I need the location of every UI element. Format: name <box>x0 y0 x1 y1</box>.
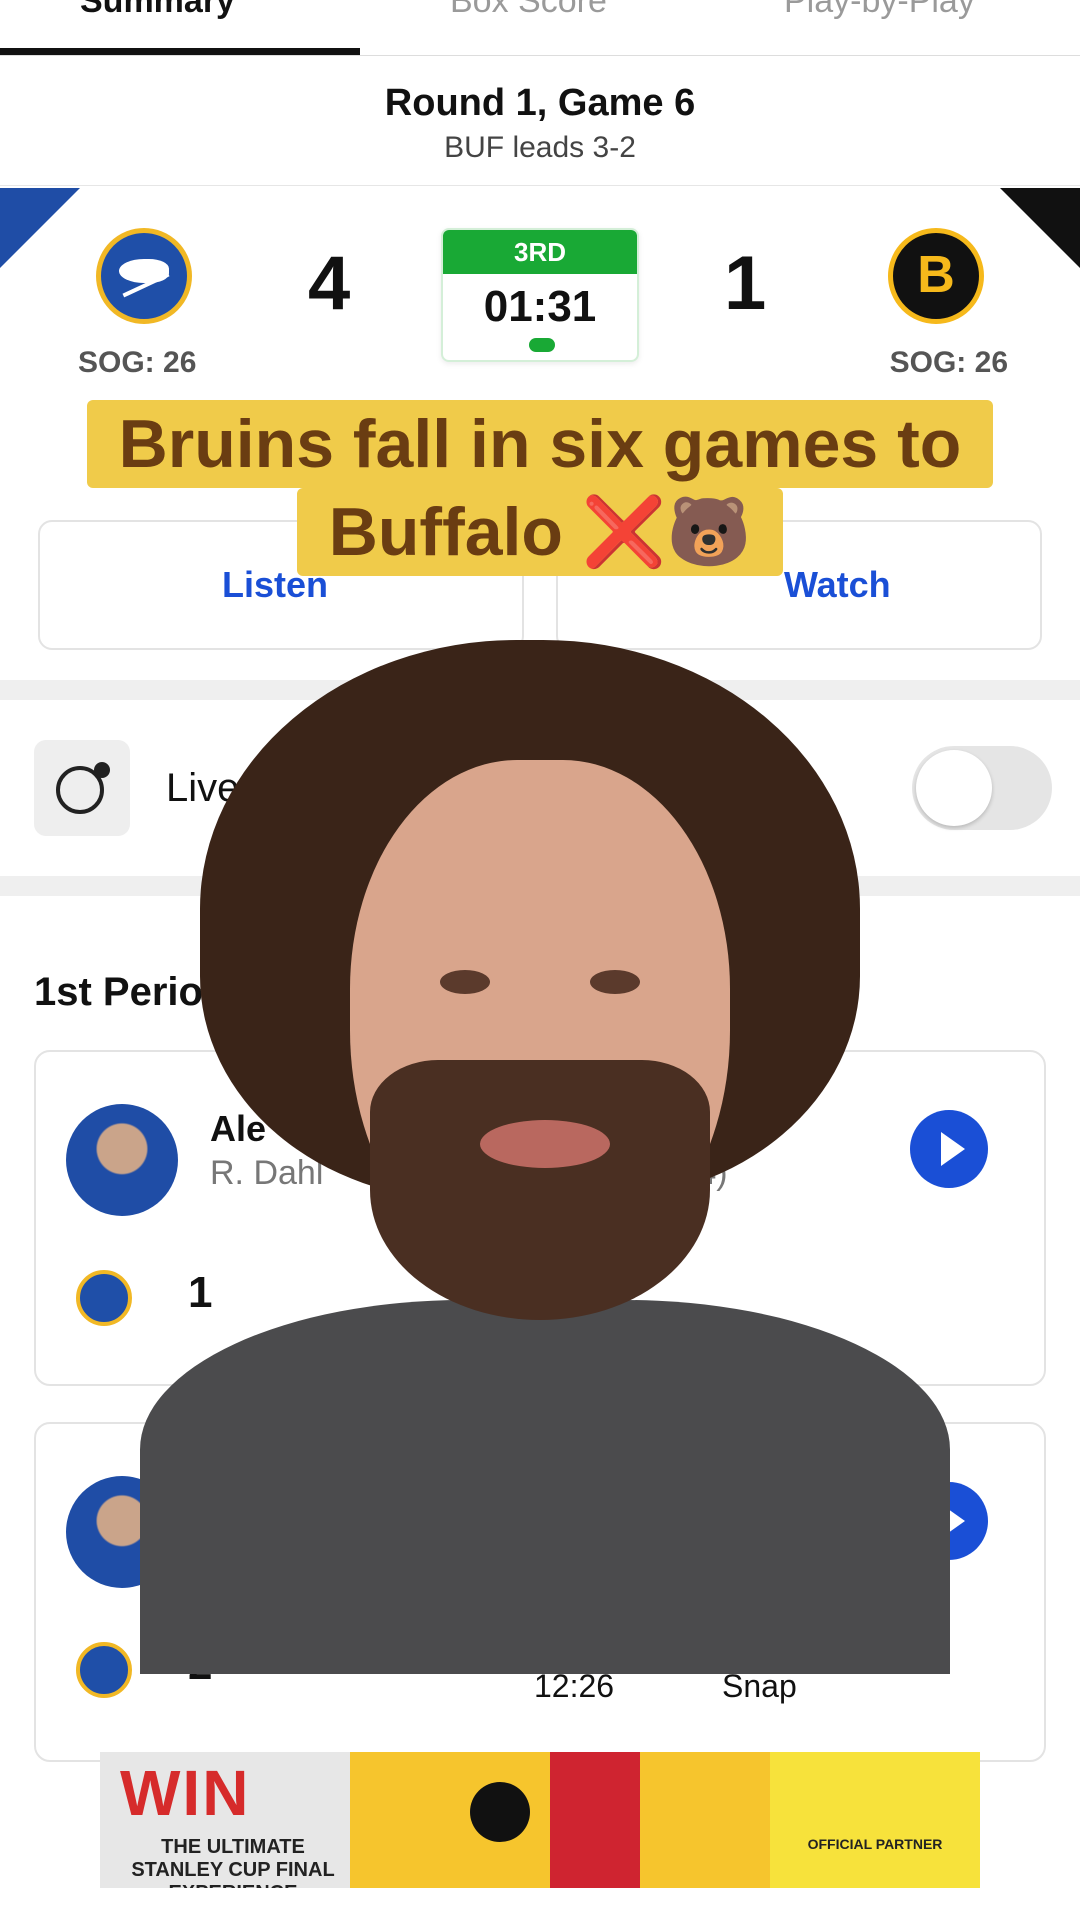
tab-box-score[interactable]: Box Score <box>450 0 607 21</box>
puck-icon <box>470 1782 530 1842</box>
bruins-logo-icon[interactable]: B <box>888 228 984 324</box>
presenter-eye <box>440 970 490 994</box>
live-dot-icon <box>94 762 110 778</box>
ad-partner-panel: OFFICIAL PARTNER <box>770 1752 980 1888</box>
away-shots-on-goal: SOG: 26 <box>889 346 1008 379</box>
team-logo-icon <box>76 1642 132 1698</box>
bruins-logo-letter: B <box>917 246 955 304</box>
ad-partner-label: OFFICIAL PARTNER <box>807 1836 943 1852</box>
ad-headline: WIN <box>120 1757 251 1829</box>
presenter-mouth <box>480 1120 610 1168</box>
tab-bar: Summary Box Score Play-by-Play <box>0 0 1080 56</box>
tab-summary[interactable]: Summary <box>80 0 235 21</box>
away-score: 1 <box>724 241 767 326</box>
presenter-shirt <box>140 1300 950 1674</box>
live-clock-icon <box>34 740 130 836</box>
chip-bag-icon <box>550 1752 640 1888</box>
presenter-beard <box>370 1060 710 1320</box>
period-label: 3RD <box>443 230 637 274</box>
team-logo-icon <box>76 1270 132 1326</box>
series-header: Round 1, Game 6 BUF leads 3-2 <box>0 58 1080 186</box>
home-score: 4 <box>308 241 351 326</box>
sabres-logo-icon[interactable] <box>96 228 192 324</box>
presenter-video-overlay <box>140 640 960 1674</box>
ad-product-image <box>350 1752 770 1888</box>
round-title: Round 1, Game 6 <box>384 82 696 124</box>
video-caption: Bruins fall in six games to Buffalo ❌🐻 <box>0 400 1080 577</box>
whistle-icon <box>529 338 555 352</box>
series-status: BUF leads 3-2 <box>444 131 636 164</box>
ad-promo-panel: WIN THE ULTIMATE STANLEY CUP FINAL EXPER… <box>100 1752 350 1888</box>
scoreboard: SOG: 26 4 3RD 01:31 1 B SOG: 26 <box>0 188 1080 388</box>
game-clock: 3RD 01:31 <box>441 228 639 362</box>
home-corner-accent <box>0 188 80 268</box>
caption-line-2: Buffalo ❌🐻 <box>296 488 784 577</box>
active-tab-indicator <box>0 48 360 55</box>
away-corner-accent <box>1000 188 1080 268</box>
tab-divider <box>0 55 1080 56</box>
caption-line-1: Bruins fall in six games to <box>86 400 994 489</box>
home-shots-on-goal: SOG: 26 <box>78 346 197 379</box>
tab-play-by-play[interactable]: Play-by-Play <box>784 0 975 21</box>
ad-banner[interactable]: WIN THE ULTIMATE STANLEY CUP FINAL EXPER… <box>100 1752 980 1888</box>
presenter-eye <box>590 970 640 994</box>
ad-subline: THE ULTIMATE STANLEY CUP FINAL EXPERIENC… <box>131 1836 335 1888</box>
clock-time: 01:31 <box>483 282 597 331</box>
